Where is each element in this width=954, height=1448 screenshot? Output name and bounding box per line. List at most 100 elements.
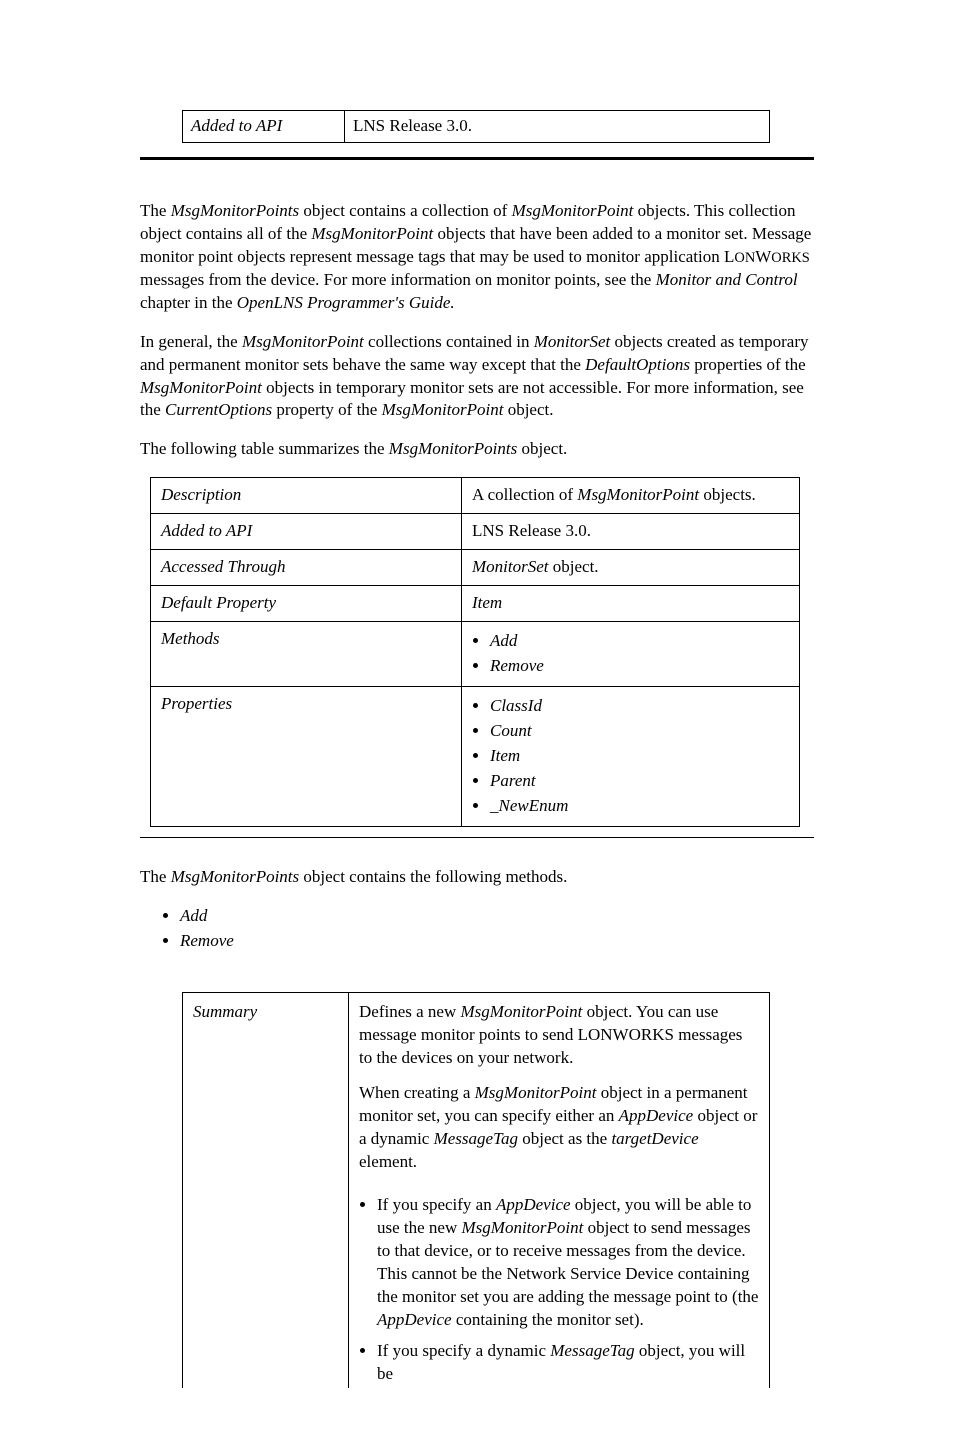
section-divider bbox=[140, 837, 814, 838]
list-item: _NewEnum bbox=[490, 795, 789, 818]
text: A collection of bbox=[472, 485, 577, 504]
text: The bbox=[140, 201, 171, 220]
row-value: Add Remove bbox=[462, 622, 800, 687]
text: W bbox=[755, 247, 771, 266]
properties-list: ClassId Count Item Parent _NewEnum bbox=[490, 695, 789, 818]
small-caps: ORKS bbox=[771, 250, 810, 266]
text: object contains a collection of bbox=[299, 201, 511, 220]
element-name: targetDevice bbox=[611, 1129, 698, 1148]
object-name: MsgMonitorPoint bbox=[140, 378, 262, 397]
summary-table: Description A collection of MsgMonitorPo… bbox=[150, 477, 800, 826]
object-name: MsgMonitorPoint bbox=[462, 1218, 584, 1237]
object-name: MsgMonitorPoints bbox=[171, 867, 299, 886]
table-row-methods: Methods Add Remove bbox=[151, 622, 800, 687]
text: If you specify a dynamic bbox=[377, 1341, 550, 1360]
row-value: Item bbox=[462, 586, 800, 622]
object-name: MsgMonitorPoint bbox=[311, 224, 433, 243]
table-row-default-property: Default Property Item bbox=[151, 586, 800, 622]
added-to-api-table: Added to API LNS Release 3.0. bbox=[182, 110, 770, 143]
list-item: Remove bbox=[490, 655, 789, 678]
property-name: DefaultOptions bbox=[585, 355, 690, 374]
object-name: MsgMonitorPoints bbox=[171, 201, 299, 220]
text: Defines a new bbox=[359, 1002, 461, 1021]
object-name: MsgMonitorPoint bbox=[512, 201, 634, 220]
text: messages from the device. For more infor… bbox=[140, 270, 656, 289]
row-value: A collection of MsgMonitorPoint objects. bbox=[462, 478, 800, 514]
text: object. bbox=[549, 557, 599, 576]
methods-intro-paragraph: The MsgMonitorPoints object contains the… bbox=[140, 866, 814, 889]
text: When creating a bbox=[359, 1083, 475, 1102]
object-name: AppDevice bbox=[619, 1106, 694, 1125]
object-name: MessageTag bbox=[434, 1129, 518, 1148]
text: properties of the bbox=[690, 355, 806, 374]
summary-paragraph-1: Defines a new MsgMonitorPoint object. Yo… bbox=[359, 1001, 759, 1070]
guide-name: OpenLNS Programmer's Guide. bbox=[237, 293, 455, 312]
object-name: MsgMonitorPoint bbox=[577, 485, 699, 504]
text: objects. bbox=[699, 485, 756, 504]
property-name: Item bbox=[472, 593, 502, 612]
object-name: MsgMonitorPoint bbox=[475, 1083, 597, 1102]
row-label: Default Property bbox=[151, 586, 462, 622]
small-caps: ON bbox=[734, 250, 755, 266]
text: chapter in the bbox=[140, 293, 237, 312]
text: property of the bbox=[272, 400, 382, 419]
list-item: ClassId bbox=[490, 695, 789, 718]
object-name: MsgMonitorPoint bbox=[461, 1002, 583, 1021]
object-name: MonitorSet bbox=[534, 332, 611, 351]
intro-paragraph-3: The following table summarizes the MsgMo… bbox=[140, 438, 814, 461]
row-label: Properties bbox=[151, 686, 462, 826]
add-method-table: Summary Defines a new MsgMonitorPoint ob… bbox=[182, 992, 770, 1387]
methods-list: Add Remove bbox=[490, 630, 789, 678]
row-value: MonitorSet object. bbox=[462, 550, 800, 586]
property-name: CurrentOptions bbox=[165, 400, 272, 419]
intro-paragraph-1: The MsgMonitorPoints object contains a c… bbox=[140, 200, 814, 315]
list-item-remove: Remove bbox=[180, 930, 814, 953]
object-name: AppDevice bbox=[496, 1195, 571, 1214]
summary-bullets-cell: If you specify an AppDevice object, you … bbox=[349, 1180, 770, 1388]
list-item: Add bbox=[490, 630, 789, 653]
intro-paragraph-2: In general, the MsgMonitorPoint collecti… bbox=[140, 331, 814, 423]
text: object contains the following methods. bbox=[299, 867, 567, 886]
summary-cell: Defines a new MsgMonitorPoint object. Yo… bbox=[349, 993, 770, 1180]
row-value: ClassId Count Item Parent _NewEnum bbox=[462, 686, 800, 826]
list-item: If you specify an AppDevice object, you … bbox=[377, 1194, 759, 1332]
text: object as the bbox=[518, 1129, 611, 1148]
text: element. bbox=[359, 1152, 417, 1171]
object-name: MessageTag bbox=[550, 1341, 634, 1360]
object-name: MonitorSet bbox=[472, 557, 549, 576]
row-label: Accessed Through bbox=[151, 550, 462, 586]
list-item-add: Add bbox=[180, 905, 814, 928]
text: The following table summarizes the bbox=[140, 439, 389, 458]
document-page: Added to API LNS Release 3.0. The MsgMon… bbox=[0, 0, 954, 1448]
object-name: MsgMonitorPoints bbox=[389, 439, 517, 458]
list-item: Item bbox=[490, 745, 789, 768]
summary-label: Summary bbox=[183, 993, 349, 1180]
table-row-added-to-api: Added to API LNS Release 3.0. bbox=[151, 514, 800, 550]
list-item: Parent bbox=[490, 770, 789, 793]
text: object. bbox=[517, 439, 567, 458]
methods-bullet-list: Add Remove bbox=[180, 905, 814, 953]
row-value: LNS Release 3.0. bbox=[462, 514, 800, 550]
text: containing the monitor set). bbox=[452, 1310, 644, 1329]
list-item: If you specify a dynamic MessageTag obje… bbox=[377, 1340, 759, 1386]
table-row-description: Description A collection of MsgMonitorPo… bbox=[151, 478, 800, 514]
text: collections contained in bbox=[364, 332, 534, 351]
object-name: MsgMonitorPoint bbox=[242, 332, 364, 351]
row-label: Description bbox=[151, 478, 462, 514]
text: object. bbox=[503, 400, 553, 419]
object-name: MsgMonitorPoint bbox=[382, 400, 504, 419]
object-name: AppDevice bbox=[377, 1310, 452, 1329]
text: The bbox=[140, 867, 171, 886]
summary-paragraph-2: When creating a MsgMonitorPoint object i… bbox=[359, 1082, 759, 1174]
table-row-properties: Properties ClassId Count Item Parent _Ne… bbox=[151, 686, 800, 826]
summary-label-blank bbox=[183, 1180, 349, 1388]
list-item: Count bbox=[490, 720, 789, 743]
text: In general, the bbox=[140, 332, 242, 351]
row-label: Methods bbox=[151, 622, 462, 687]
summary-bullet-list: If you specify an AppDevice object, you … bbox=[377, 1194, 759, 1386]
added-to-api-value: LNS Release 3.0. bbox=[345, 111, 770, 143]
table-row-accessed-through: Accessed Through MonitorSet object. bbox=[151, 550, 800, 586]
added-to-api-label: Added to API bbox=[183, 111, 345, 143]
chapter-name: Monitor and Control bbox=[656, 270, 798, 289]
text: If you specify an bbox=[377, 1195, 496, 1214]
